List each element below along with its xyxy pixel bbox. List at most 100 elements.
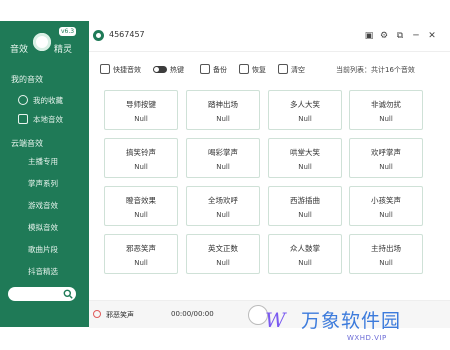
skin-icon[interactable]: ▣ xyxy=(364,31,374,41)
sound-cell[interactable]: 邪恶笑声 Null xyxy=(104,234,178,274)
sound-hotkey: Null xyxy=(298,211,312,219)
sound-cell[interactable]: 踏神出场 Null xyxy=(186,90,260,130)
sound-hotkey: Null xyxy=(216,115,230,123)
watermark: W 万象软件园 WXHD.VIP xyxy=(265,302,445,348)
brand-left: 音效 xyxy=(10,45,29,55)
clear-label: 清空 xyxy=(291,66,305,74)
backup-button[interactable]: 备份 xyxy=(200,63,227,77)
sidebar-item-label: 我的收藏 xyxy=(33,96,63,105)
sound-name: 主持出场 xyxy=(371,244,401,253)
sound-cell[interactable]: 主持出场 Null xyxy=(349,234,423,274)
sound-hotkey: Null xyxy=(134,163,148,171)
sound-hotkey: Null xyxy=(379,163,393,171)
sound-name: 多人大笑 xyxy=(290,100,320,109)
sound-hotkey: Null xyxy=(379,115,393,123)
sound-hotkey: Null xyxy=(134,115,148,123)
toggle-switch[interactable] xyxy=(153,66,167,73)
sound-name: 非诚勿扰 xyxy=(371,100,401,109)
list-icon xyxy=(100,64,110,74)
chat-bubble-icon xyxy=(18,95,28,105)
sound-name: 瞪音效果 xyxy=(126,196,156,205)
clear-button[interactable]: 清空 xyxy=(278,63,305,77)
sidebar-item-applause[interactable]: 掌声系列 xyxy=(28,178,58,189)
my-sounds-title: 我的音效 xyxy=(11,75,43,84)
hotkey-toggle[interactable]: 热键 xyxy=(153,63,184,77)
sound-name: 西游插曲 xyxy=(290,196,320,205)
room-id: 4567457 xyxy=(109,30,145,39)
sound-hotkey: Null xyxy=(298,259,312,267)
minimize-icon[interactable]: ─ xyxy=(411,31,421,41)
folder-icon xyxy=(18,114,28,124)
title-bar: 4567457 ▣ ⚙ ⧉ ─ ✕ xyxy=(89,21,450,52)
list-count: 当前列表：共计16个音效 xyxy=(336,66,415,74)
mini-mode-icon[interactable]: ⧉ xyxy=(395,31,405,41)
sidebar-item-simulate[interactable]: 模拟音效 xyxy=(28,222,58,233)
sound-cell[interactable]: 小孩笑声 Null xyxy=(349,186,423,226)
sound-hotkey: Null xyxy=(216,211,230,219)
watermark-url: WXHD.VIP xyxy=(347,334,387,342)
sound-cell[interactable]: 喝彩掌声 Null xyxy=(186,138,260,178)
sound-grid: 导师按键 Null 踏神出场 Null 多人大笑 Null 非诚勿扰 Null 搞笑铃声 Null… xyxy=(104,90,426,294)
sidebar-item-douyin[interactable]: 抖音精选 xyxy=(28,266,58,277)
app-icon xyxy=(93,30,104,41)
sound-hotkey: Null xyxy=(379,259,393,267)
sound-name: 欢呼掌声 xyxy=(371,148,401,157)
sidebar-item-anchor[interactable]: 主播专用 xyxy=(28,156,58,167)
sound-cell[interactable]: 瞪音效果 Null xyxy=(104,186,178,226)
close-icon[interactable]: ✕ xyxy=(427,31,437,41)
shortcut-sounds-button[interactable]: 快捷音效 xyxy=(100,63,141,77)
sidebar: 音效 精灵 v6.3 我的音效 我的收藏 本地音效 云端音效 主播专用 掌声系列… xyxy=(0,21,89,327)
sound-cell[interactable]: 多人大笑 Null xyxy=(268,90,342,130)
sound-cell[interactable]: 众人鼓掌 Null xyxy=(268,234,342,274)
cloud-sounds-title: 云端音效 xyxy=(11,139,43,148)
trash-icon xyxy=(278,64,288,74)
sound-name: 全场欢呼 xyxy=(208,196,238,205)
sound-name: 小孩笑声 xyxy=(371,196,401,205)
sound-name: 哄堂大笑 xyxy=(290,148,320,157)
play-time: 00:00/00:00 xyxy=(171,310,214,318)
toolbar: 快捷音效 热键 备份 恢复 清空 当前列表：共计16个音效 xyxy=(89,63,450,77)
watermark-logo: W xyxy=(265,308,286,332)
hotkey-label: 热键 xyxy=(170,66,184,74)
backup-label: 备份 xyxy=(213,66,227,74)
sound-icon xyxy=(93,310,101,318)
sound-hotkey: Null xyxy=(216,163,230,171)
sound-name: 英文正数 xyxy=(208,244,238,253)
sound-name: 搞笑铃声 xyxy=(126,148,156,157)
app-logo: 音效 精灵 v6.3 xyxy=(10,27,84,61)
backup-icon xyxy=(200,64,210,74)
sound-name: 喝彩掌声 xyxy=(208,148,238,157)
sound-cell[interactable]: 导师按键 Null xyxy=(104,90,178,130)
sound-cell[interactable]: 英文正数 Null xyxy=(186,234,260,274)
sound-cell[interactable]: 西游插曲 Null xyxy=(268,186,342,226)
sidebar-item-local[interactable]: 本地音效 xyxy=(18,112,88,128)
sound-name: 踏神出场 xyxy=(208,100,238,109)
sound-hotkey: Null xyxy=(134,259,148,267)
sound-hotkey: Null xyxy=(298,163,312,171)
sound-cell[interactable]: 非诚勿扰 Null xyxy=(349,90,423,130)
sound-hotkey: Null xyxy=(216,259,230,267)
sound-name: 众人鼓掌 xyxy=(290,244,320,253)
gear-icon[interactable]: ⚙ xyxy=(379,31,389,41)
sound-cell[interactable]: 搞笑铃声 Null xyxy=(104,138,178,178)
sidebar-item-game[interactable]: 游戏音效 xyxy=(28,200,58,211)
shortcut-label: 快捷音效 xyxy=(113,66,141,74)
sound-hotkey: Null xyxy=(298,115,312,123)
brand-right: 精灵 xyxy=(54,45,73,55)
app-window: 音效 精灵 v6.3 我的音效 我的收藏 本地音效 云端音效 主播专用 掌声系列… xyxy=(0,21,450,328)
search-input[interactable] xyxy=(8,287,76,301)
sidebar-item-label: 本地音效 xyxy=(33,115,63,124)
sound-cell[interactable]: 欢呼掌声 Null xyxy=(349,138,423,178)
restore-icon xyxy=(239,64,249,74)
sound-hotkey: Null xyxy=(379,211,393,219)
restore-label: 恢复 xyxy=(252,66,266,74)
sidebar-item-songs[interactable]: 歌曲片段 xyxy=(28,244,58,255)
sound-cell[interactable]: 全场欢呼 Null xyxy=(186,186,260,226)
mascot-icon xyxy=(33,33,51,51)
sound-name: 邪恶笑声 xyxy=(126,244,156,253)
version-badge: v6.3 xyxy=(59,27,77,36)
restore-button[interactable]: 恢复 xyxy=(239,63,266,77)
sidebar-item-favorites[interactable]: 我的收藏 xyxy=(18,93,88,109)
sound-cell[interactable]: 哄堂大笑 Null xyxy=(268,138,342,178)
search-icon[interactable] xyxy=(63,289,73,299)
